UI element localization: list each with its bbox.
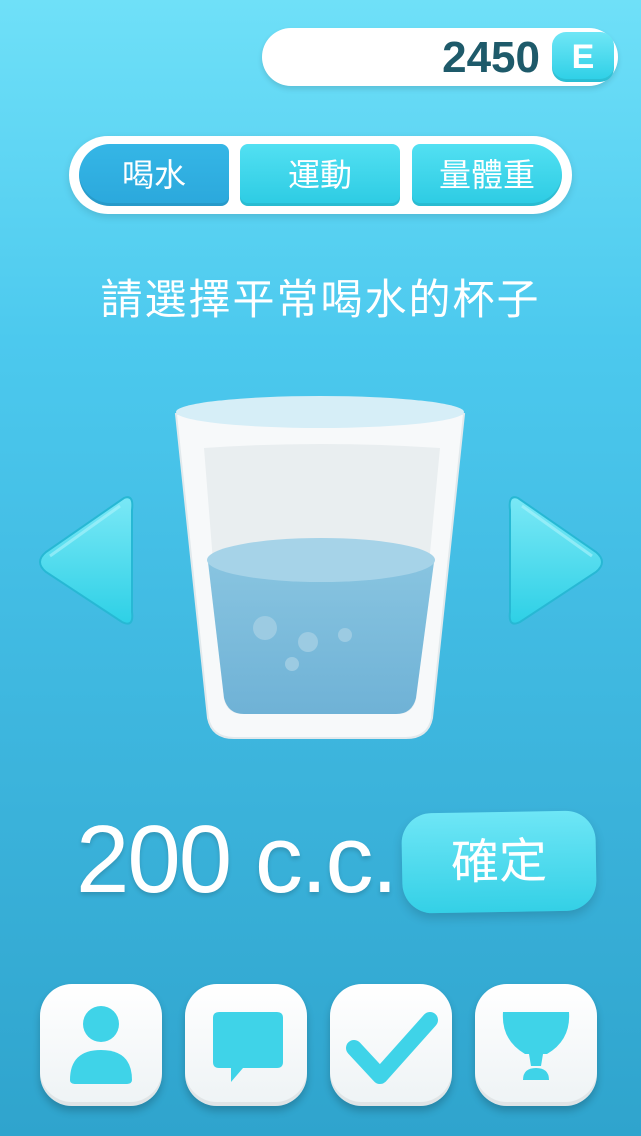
amount-unit: c.c.	[254, 806, 398, 913]
tab-drink-water[interactable]: 喝水	[79, 144, 229, 206]
nav-messages-button[interactable]	[185, 984, 307, 1106]
person-icon	[70, 1006, 132, 1084]
trophy-icon	[502, 1012, 570, 1080]
score-badge[interactable]: E	[552, 32, 614, 82]
triangle-left-icon[interactable]	[34, 490, 134, 630]
score-value: 2450	[442, 33, 540, 82]
score-display: 2450 E	[262, 28, 618, 86]
nav-trophy-button[interactable]	[475, 984, 597, 1106]
triangle-right-icon[interactable]	[508, 490, 608, 630]
tab-weigh[interactable]: 量體重	[412, 144, 562, 206]
amount-value: 200	[76, 806, 232, 913]
water-glass-icon	[174, 396, 466, 739]
checkmark-icon	[346, 1012, 438, 1084]
chat-bubble-icon	[213, 1012, 283, 1082]
prompt-text: 請選擇平常喝水的杯子	[100, 275, 541, 324]
tab-exercise[interactable]: 運動	[240, 144, 400, 206]
confirm-button[interactable]: 確定	[401, 810, 597, 914]
water-amount: 200 c.c.	[76, 800, 398, 920]
nav-profile-button[interactable]	[40, 984, 162, 1106]
mode-tabs: 喝水 運動 量體重	[69, 136, 572, 214]
nav-checkin-button[interactable]	[330, 984, 452, 1106]
